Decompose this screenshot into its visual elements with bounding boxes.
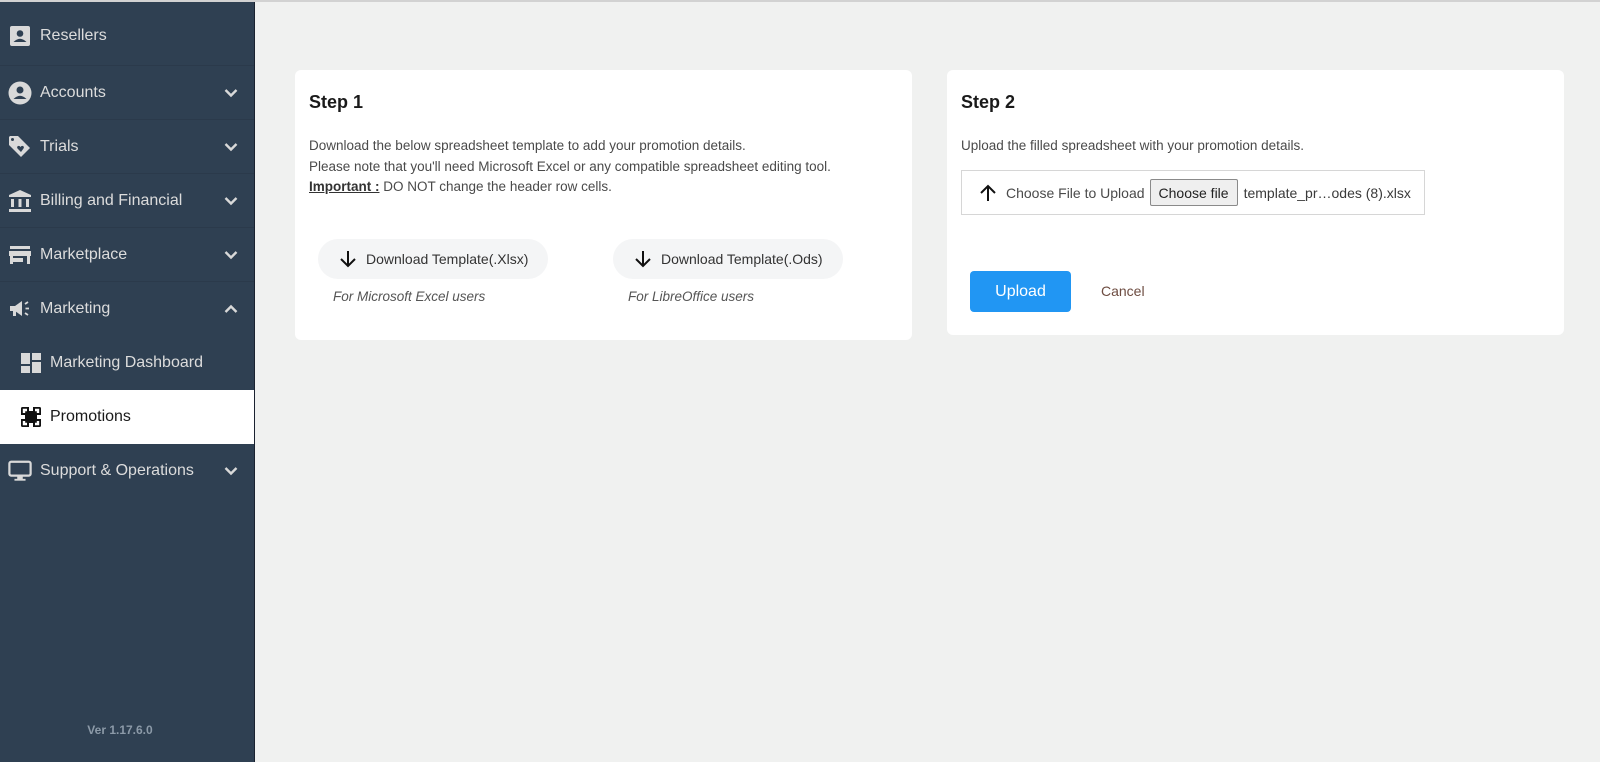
upload-button[interactable]: Upload — [970, 271, 1071, 312]
step1-card: Step 1 Download the below spreadsheet te… — [295, 70, 912, 340]
step1-line2: Please note that you'll need Microsoft E… — [309, 158, 831, 174]
chevron-up-icon — [224, 304, 238, 313]
sidebar-item-accounts[interactable]: Accounts — [0, 66, 254, 120]
sidebar-item-resellers[interactable]: Resellers — [0, 7, 254, 66]
sidebar-item-label: Trials — [40, 137, 79, 155]
promotions-icon — [19, 405, 43, 429]
monitor-icon — [8, 459, 32, 483]
download-xlsx-label: Download Template(.Xlsx) — [366, 251, 529, 267]
important-text: DO NOT change the header row cells. — [379, 179, 612, 194]
arrow-down-icon — [340, 251, 356, 268]
sidebar-item-trials[interactable]: Trials — [0, 120, 254, 174]
sidebar-item-label: Accounts — [40, 83, 106, 101]
choose-file-button[interactable]: Choose file — [1149, 179, 1238, 206]
chevron-down-icon — [224, 250, 238, 259]
sidebar-item-label: Billing and Financial — [40, 191, 183, 209]
selected-file-name: template_pr…odes (8).xlsx — [1243, 184, 1411, 201]
important-label: Important : — [309, 179, 380, 194]
file-upload-field[interactable]: Choose File to Upload Choose file templa… — [961, 170, 1425, 215]
sidebar-item-billing[interactable]: Billing and Financial — [0, 174, 254, 228]
sidebar-item-promotions[interactable]: Promotions — [0, 390, 254, 444]
step1-important: Important : DO NOT change the header row… — [309, 177, 831, 198]
sidebar-item-label: Promotions — [50, 408, 131, 425]
sidebar-item-label: Support & Operations — [40, 462, 194, 479]
choose-file-label: Choose File to Upload — [1006, 184, 1145, 201]
sidebar-item-marketing[interactable]: Marketing — [0, 282, 254, 336]
step2-card: Step 2 Upload the filled spreadsheet wit… — [947, 70, 1564, 335]
sidebar: Resellers Accounts Trials Billing and Fi… — [0, 2, 255, 762]
download-xlsx-hint: For Microsoft Excel users — [333, 289, 486, 304]
step2-title: Step 2 — [961, 92, 1016, 112]
megaphone-icon — [8, 297, 32, 321]
step2-description: Upload the filled spreadsheet with your … — [961, 138, 1304, 153]
bank-icon — [8, 189, 32, 213]
dashboard-icon — [19, 351, 43, 375]
sidebar-item-marketplace[interactable]: Marketplace — [0, 228, 254, 282]
chevron-down-icon — [224, 467, 238, 476]
version-label: Ver 1.17.6.0 — [87, 723, 153, 737]
download-ods-label: Download Template(.Ods) — [661, 251, 823, 267]
sidebar-item-support-operations[interactable]: Support & Operations — [0, 444, 254, 498]
chevron-down-icon — [224, 88, 238, 97]
store-icon — [8, 243, 32, 267]
contact-card-icon — [8, 24, 32, 48]
sidebar-item-marketing-dashboard[interactable]: Marketing Dashboard — [0, 336, 254, 390]
account-circle-icon — [8, 81, 32, 105]
sidebar-item-label: Marketplace — [40, 245, 128, 263]
cancel-button[interactable]: Cancel — [1101, 283, 1145, 299]
download-ods-hint: For LibreOffice users — [628, 289, 755, 304]
chevron-down-icon — [224, 196, 238, 205]
sidebar-item-label: Marketing — [40, 300, 111, 317]
sidebar-item-label: Resellers — [40, 27, 107, 44]
sidebar-item-label: Marketing Dashboard — [50, 354, 203, 371]
arrow-down-icon — [635, 251, 651, 268]
download-xlsx-button[interactable]: Download Template(.Xlsx) — [318, 239, 548, 279]
chevron-down-icon — [224, 142, 238, 151]
arrow-up-icon — [980, 184, 996, 201]
download-ods-button[interactable]: Download Template(.Ods) — [613, 239, 843, 279]
step1-description: Download the below spreadsheet template … — [309, 136, 831, 198]
step1-line1: Download the below spreadsheet template … — [309, 138, 746, 153]
step1-title: Step 1 — [309, 92, 364, 112]
tag-heart-icon — [8, 135, 32, 159]
